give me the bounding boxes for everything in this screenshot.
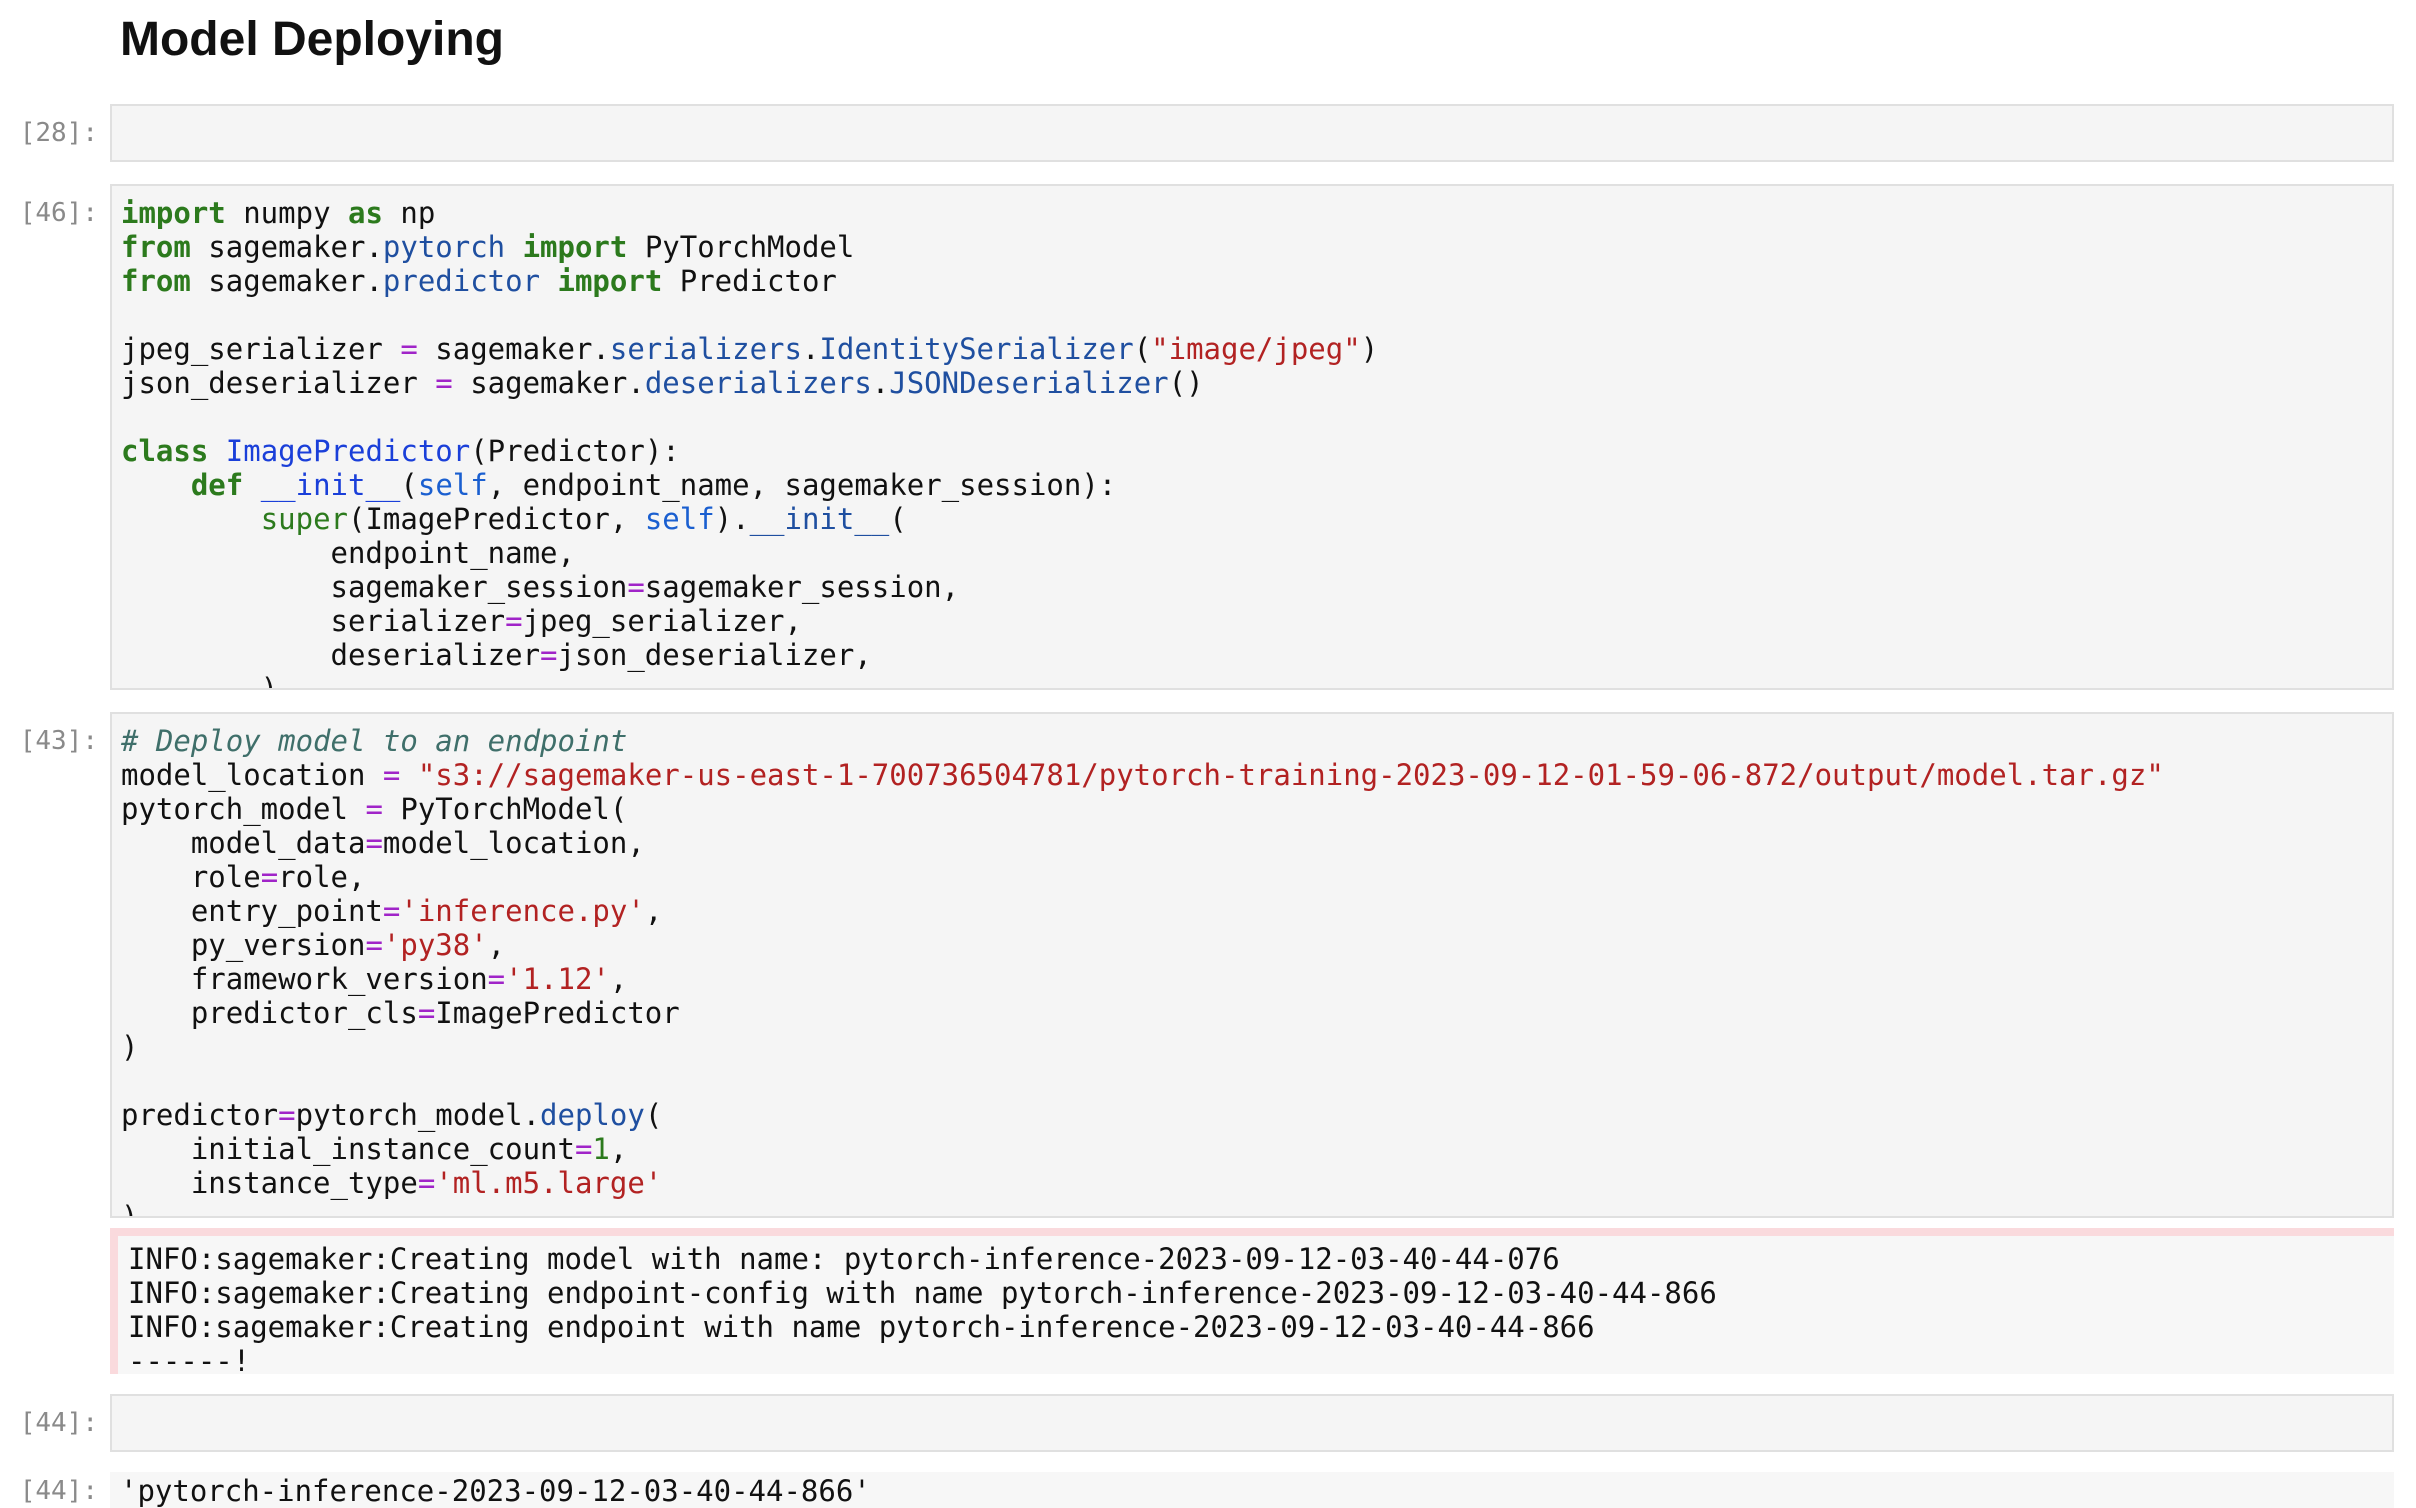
code-line: model_location = "s3://sagemaker-us-east… (121, 758, 2164, 792)
code-line: framework_version='1.12', (121, 962, 628, 996)
output-line: INFO:sagemaker:Creating model with name:… (128, 1242, 1560, 1276)
code-line: ) (121, 1030, 139, 1064)
code-line: entry_point='inference.py', (121, 894, 663, 928)
code-line: class ImagePredictor(Predictor): (121, 434, 680, 468)
code-line: ) (121, 1200, 139, 1218)
output-prompt: [44]: (19, 1476, 98, 1506)
code-line: ) (121, 672, 279, 690)
cell-prompt: [28]: (19, 118, 98, 148)
code-cell-input[interactable]: import numpy as np from sagemaker.pytorch… (110, 184, 2394, 690)
code-line: serializer=jpeg_serializer, (121, 604, 802, 638)
code-cell-input[interactable]: predictor.endpoint_name (110, 1394, 2394, 1452)
code-line: jpeg_serializer = sagemaker.serializers.… (121, 332, 1379, 366)
code-cell-input[interactable]: !tar -c -cf ProfilerReport.zip ./Profile… (110, 104, 2394, 162)
code-line: import numpy as np (121, 196, 436, 230)
code-line: initial_instance_count=1, (121, 1132, 628, 1166)
code-line: super(ImagePredictor, self).__init__( (260, 502, 907, 536)
code-line: sagemaker_session=sagemaker_session, (121, 570, 960, 604)
output-line: INFO:sagemaker:Creating endpoint-config … (128, 1276, 1717, 1310)
cell-output-result: 'pytorch-inference-2023-09-12-03-40-44-8… (110, 1472, 2394, 1508)
cell-prompt: [43]: (19, 726, 98, 756)
code-line: predictor_cls=ImagePredictor (121, 996, 680, 1030)
code-line: role=role, (121, 860, 366, 894)
code-line: endpoint_name, (121, 536, 575, 570)
code-line: # Deploy model to an endpoint (121, 724, 628, 758)
code-line: py_version='py38', (121, 928, 506, 962)
code-line: json_deserializer = sagemaker.deserializ… (121, 366, 1204, 400)
code-block: # Deploy model to an endpoint model_locat… (112, 714, 2392, 1218)
output-line: INFO:sagemaker:Creating endpoint with na… (128, 1310, 1595, 1344)
code-block: import numpy as np from sagemaker.pytorch… (112, 186, 2392, 690)
code-cell-input[interactable]: # Deploy model to an endpoint model_locat… (110, 712, 2394, 1218)
output-line: ------! (128, 1344, 251, 1378)
code-line: instance_type='ml.m5.large' (121, 1166, 663, 1200)
output-result-text: 'pytorch-inference-2023-09-12-03-40-44-8… (120, 1474, 871, 1508)
code-line: model_data=model_location, (121, 826, 645, 860)
code-line: from sagemaker.pytorch import PyTorchMod… (121, 230, 855, 264)
code-line: pytorch_model = PyTorchModel( (121, 792, 628, 826)
cell-prompt: [46]: (19, 198, 98, 228)
code-line: def __init__(self, endpoint_name, sagema… (190, 468, 1117, 502)
output-text: INFO:sagemaker:Creating model with name:… (118, 1236, 2394, 1378)
cell-prompt: [44]: (19, 1408, 98, 1438)
code-line: predictor=pytorch_model.deploy( (121, 1098, 663, 1132)
code-line: from sagemaker.predictor import Predicto… (121, 264, 837, 298)
cell-output-stderr: INFO:sagemaker:Creating model with name:… (110, 1228, 2394, 1378)
code-line: deserializer=json_deserializer, (121, 638, 872, 672)
section-heading: Model Deploying (120, 13, 504, 66)
